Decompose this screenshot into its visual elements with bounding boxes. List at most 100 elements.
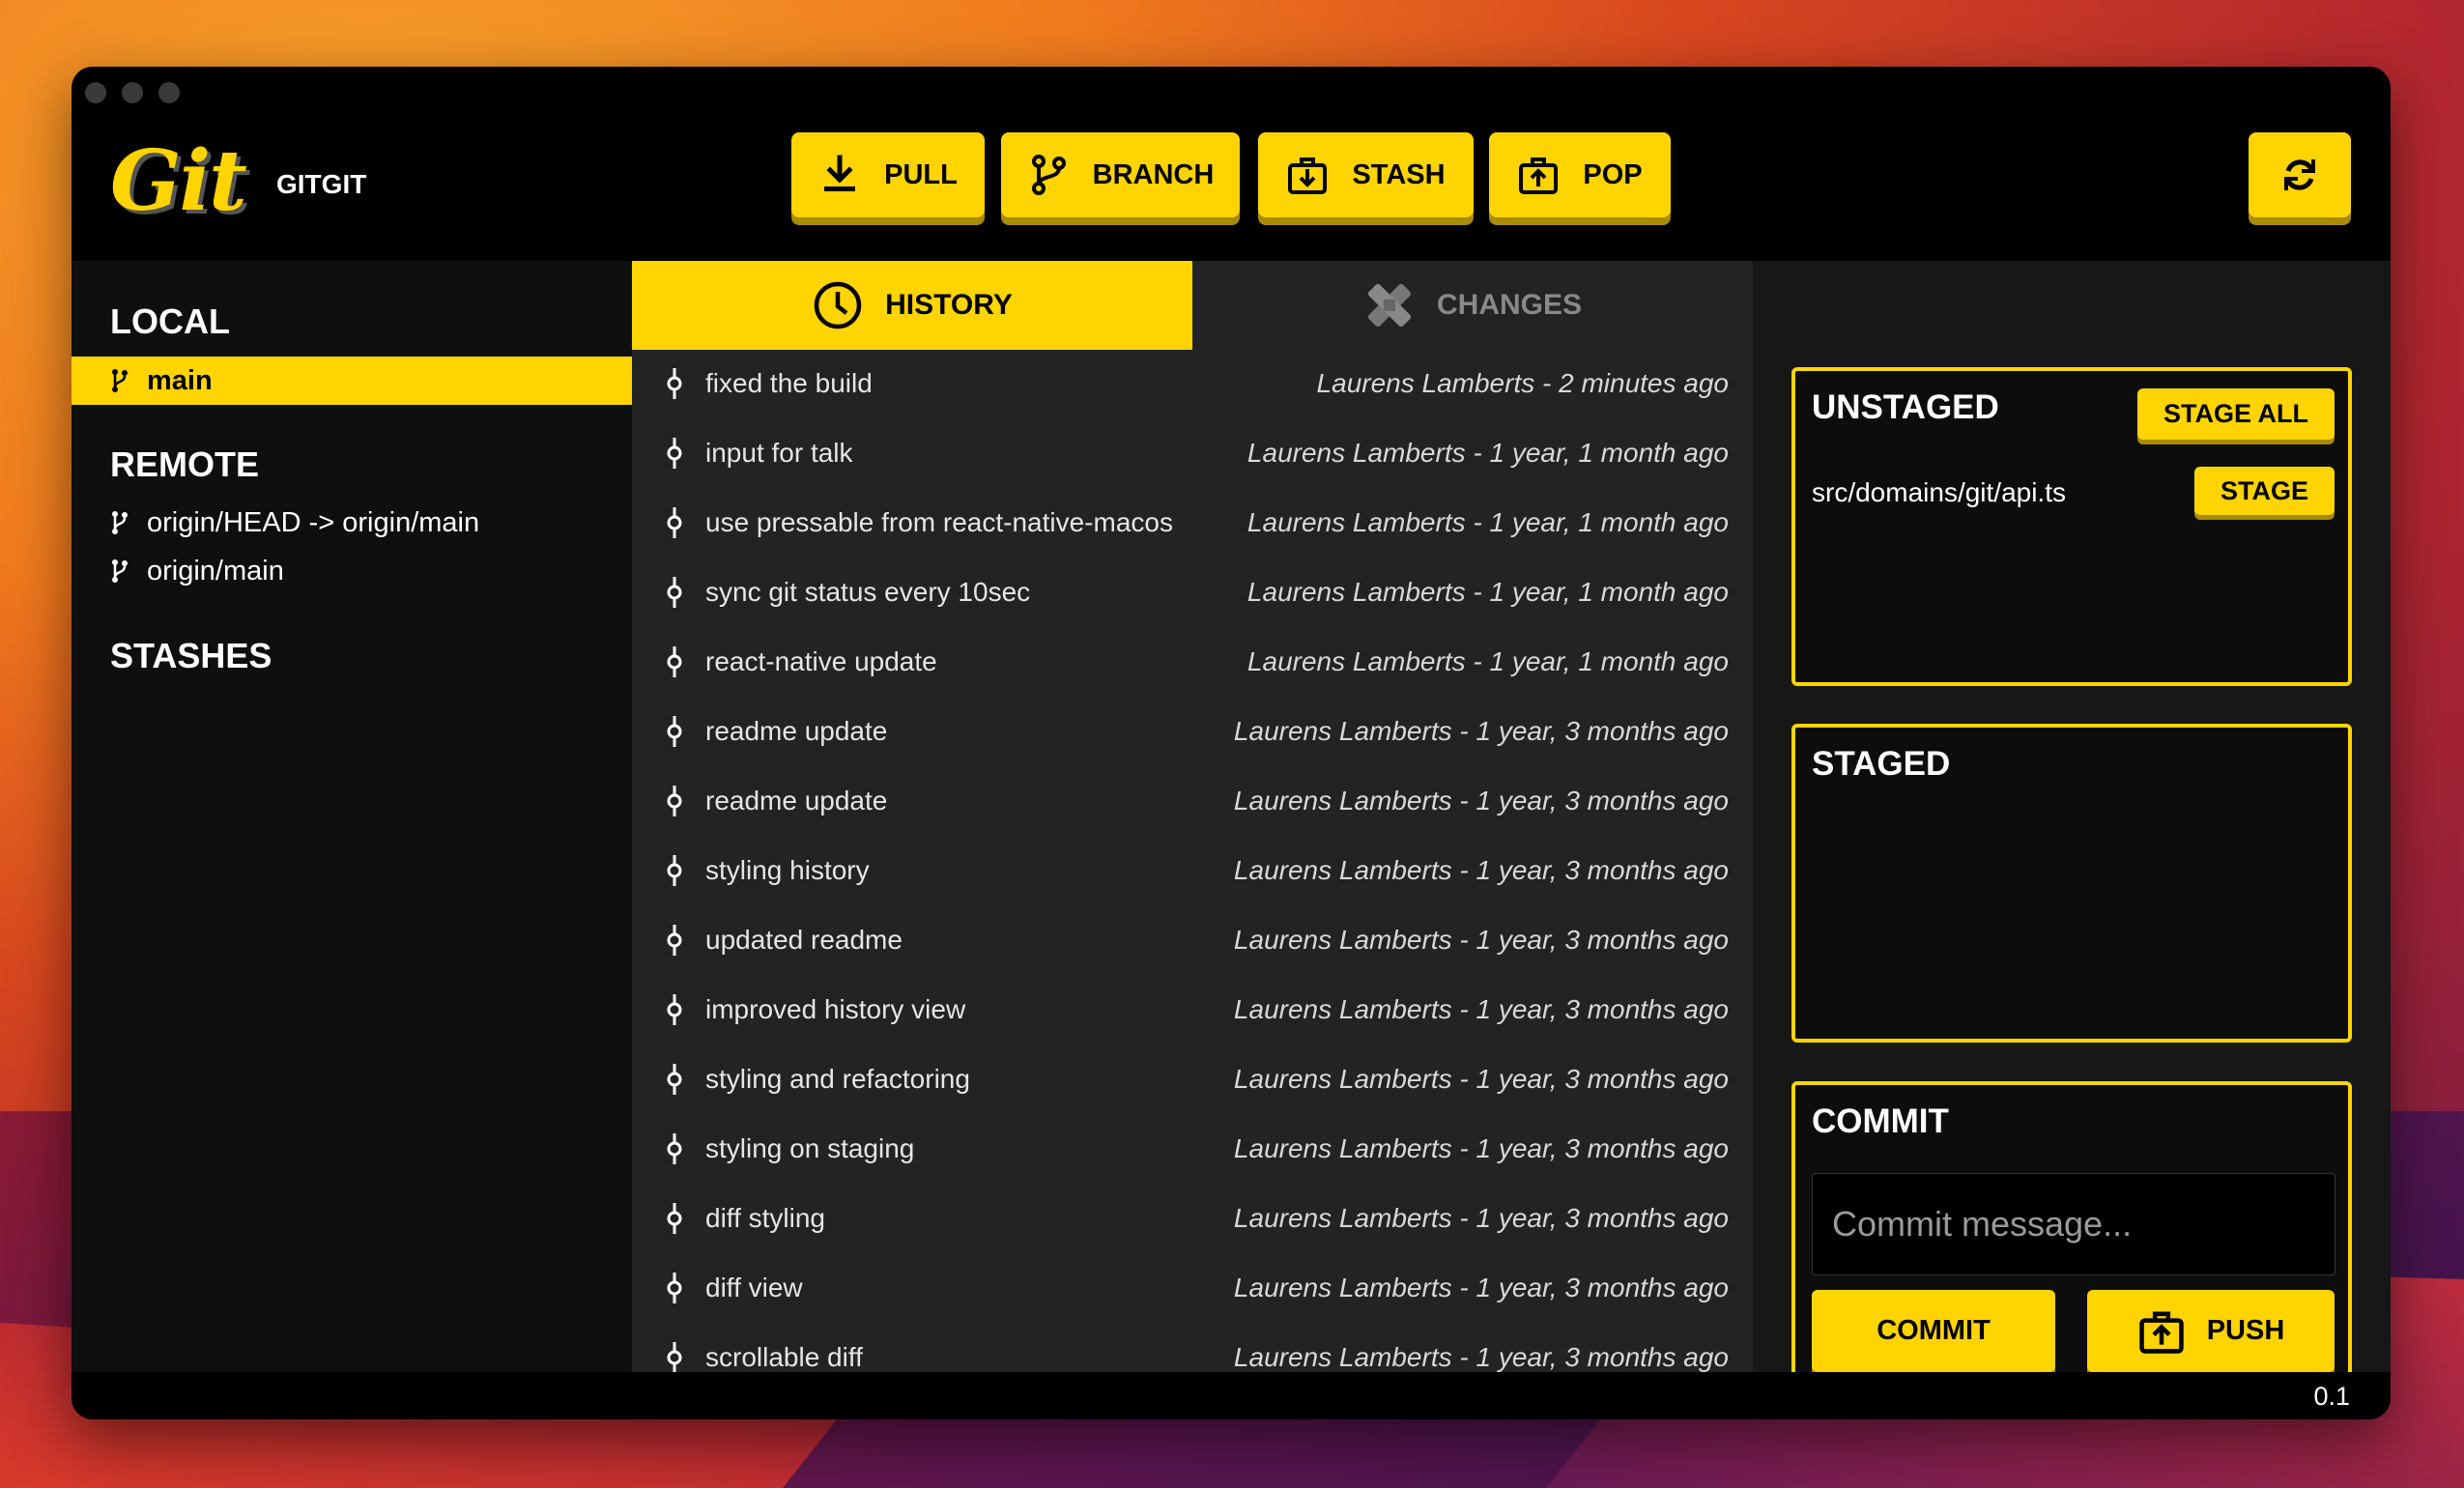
branch-label: BRANCH: [1092, 158, 1215, 190]
stash-button[interactable]: STASH: [1258, 132, 1474, 217]
commit-author-time: Laurens Lamberts - 2 minutes ago: [1316, 368, 1729, 398]
remote-branch-item[interactable]: origin/HEAD -> origin/main: [72, 499, 632, 547]
commit-message: improved history view: [705, 994, 966, 1024]
commit-row[interactable]: scrollable diff Laurens Lamberts - 1 year…: [632, 1323, 1753, 1372]
unstaged-panel: UNSTAGED STAGE ALL src/domains/git/api.t…: [1791, 367, 2352, 686]
git-branch-icon: [112, 559, 128, 583]
git-branch-icon: [112, 511, 128, 534]
commit-row[interactable]: updated readme Laurens Lamberts - 1 year,…: [632, 905, 1753, 975]
toolbar: Git GITGIT PULL BRANCH STASH POP: [72, 67, 2391, 261]
branch-label: origin/HEAD -> origin/main: [147, 506, 480, 538]
refresh-button[interactable]: [2249, 132, 2351, 217]
bandage-icon: [1367, 283, 1412, 328]
git-commit-icon: [667, 1342, 682, 1372]
commit-message: use pressable from react-native-macos: [705, 507, 1173, 537]
staged-title: STAGED: [1812, 745, 1951, 783]
stage-all-button[interactable]: STAGE ALL: [2137, 388, 2335, 440]
commit-message: scrollable diff: [705, 1342, 863, 1372]
commit-row[interactable]: use pressable from react-native-macos Lau…: [632, 488, 1753, 558]
commit-author-time: Laurens Lamberts - 1 year, 3 months ago: [1233, 1064, 1729, 1094]
push-label: PUSH: [2206, 1315, 2285, 1346]
git-commit-icon: [667, 577, 682, 608]
git-branch-icon: [1031, 155, 1066, 195]
commit-panel: COMMIT COMMIT PUSH: [1791, 1081, 2352, 1400]
commit-row[interactable]: sync git status every 10sec Laurens Lambe…: [632, 558, 1753, 627]
commit-author-time: Laurens Lamberts - 1 year, 3 months ago: [1233, 716, 1729, 746]
commit-row[interactable]: readme update Laurens Lamberts - 1 year, …: [632, 766, 1753, 836]
commit-author-time: Laurens Lamberts - 1 year, 3 months ago: [1233, 855, 1729, 885]
commit-author-time: Laurens Lamberts - 1 year, 1 month ago: [1246, 507, 1729, 537]
commit-author-time: Laurens Lamberts - 1 year, 1 month ago: [1246, 438, 1729, 468]
commit-author-time: Laurens Lamberts - 1 year, 3 months ago: [1233, 1133, 1729, 1163]
git-commit-icon: [667, 1133, 682, 1164]
commit-button[interactable]: COMMIT: [1812, 1290, 2055, 1372]
remote-section-title: REMOTE: [110, 444, 260, 484]
pull-button[interactable]: PULL: [791, 132, 985, 217]
commit-author-time: Laurens Lamberts - 1 year, 3 months ago: [1233, 1203, 1729, 1233]
git-commit-icon: [667, 716, 682, 747]
commit-row[interactable]: styling history Laurens Lamberts - 1 year…: [632, 836, 1753, 905]
stash-box-icon: [1288, 157, 1328, 194]
pop-box-icon: [1519, 157, 1559, 194]
stashes-section-title: STASHES: [110, 636, 272, 675]
git-commit-icon: [667, 1273, 682, 1303]
tab-label: HISTORY: [885, 289, 1013, 321]
git-commit-icon: [667, 925, 682, 956]
git-commit-icon: [667, 368, 682, 399]
branch-button[interactable]: BRANCH: [1001, 132, 1240, 217]
app-name: GITGIT: [276, 169, 367, 199]
commit-message: readme update: [705, 716, 888, 746]
staged-panel: STAGED: [1791, 724, 2352, 1043]
pull-label: PULL: [884, 158, 958, 190]
push-button[interactable]: PUSH: [2087, 1290, 2335, 1372]
clock-icon: [814, 281, 862, 329]
commit-message: styling history: [705, 855, 870, 885]
commit-author-time: Laurens Lamberts - 1 year, 3 months ago: [1233, 925, 1729, 955]
commit-message: sync git status every 10sec: [705, 577, 1031, 607]
pop-label: POP: [1583, 158, 1643, 190]
commit-row[interactable]: input for talk Laurens Lamberts - 1 year,…: [632, 418, 1753, 488]
commit-row[interactable]: react-native update Laurens Lamberts - 1 …: [632, 627, 1753, 697]
local-section-title: LOCAL: [110, 301, 230, 341]
commit-row[interactable]: improved history view Laurens Lamberts - …: [632, 975, 1753, 1044]
git-commit-icon: [667, 1064, 682, 1095]
stage-file-button[interactable]: STAGE: [2194, 467, 2335, 515]
commit-message: diff styling: [705, 1203, 825, 1233]
remote-branch-item[interactable]: origin/main: [72, 547, 632, 595]
tab-changes[interactable]: CHANGES: [1192, 261, 1753, 350]
commit-message: fixed the build: [705, 368, 873, 398]
commit-author-time: Laurens Lamberts - 1 year, 1 month ago: [1246, 646, 1729, 676]
commit-row[interactable]: fixed the build Laurens Lamberts - 2 minu…: [632, 349, 1753, 418]
refresh-icon: [2284, 159, 2315, 190]
branch-label: origin/main: [147, 555, 284, 587]
branch-item-main[interactable]: main: [72, 357, 632, 405]
commit-author-time: Laurens Lamberts - 1 year, 3 months ago: [1233, 786, 1729, 816]
version-label: 0.1: [2313, 1382, 2350, 1411]
unstaged-file: src/domains/git/api.ts: [1812, 477, 2066, 507]
app-window: Git GITGIT PULL BRANCH STASH POP LOCAL m…: [72, 67, 2391, 1419]
history-panel: HISTORY CHANGES fixed the build Laurens L…: [632, 261, 1753, 1372]
commit-author-time: Laurens Lamberts - 1 year, 3 months ago: [1233, 1273, 1729, 1302]
git-logo: Git: [110, 132, 247, 230]
stash-label: STASH: [1352, 158, 1446, 190]
commit-message: diff view: [705, 1273, 803, 1302]
git-commit-icon: [667, 994, 682, 1025]
staging-panel: UNSTAGED STAGE ALL src/domains/git/api.t…: [1753, 261, 2391, 1400]
commit-message: styling on staging: [705, 1133, 915, 1163]
commit-row[interactable]: diff view Laurens Lamberts - 1 year, 3 mo…: [632, 1253, 1753, 1323]
commit-author-time: Laurens Lamberts - 1 year, 1 month ago: [1246, 577, 1729, 607]
commit-message-input[interactable]: [1812, 1173, 2335, 1275]
commit-row[interactable]: readme update Laurens Lamberts - 1 year, …: [632, 697, 1753, 766]
commit-row[interactable]: diff styling Laurens Lamberts - 1 year, 3…: [632, 1184, 1753, 1253]
commit-message: styling and refactoring: [705, 1064, 970, 1094]
tab-history[interactable]: HISTORY: [632, 261, 1192, 350]
commit-row[interactable]: styling on staging Laurens Lamberts - 1 y…: [632, 1114, 1753, 1184]
commit-row[interactable]: styling and refactoring Laurens Lamberts …: [632, 1044, 1753, 1114]
commit-message: readme update: [705, 786, 888, 816]
commit-message: input for talk: [705, 438, 853, 468]
branches-sidebar: LOCAL main REMOTE origin/HEAD -> origin/…: [72, 261, 632, 1372]
pop-button[interactable]: POP: [1489, 132, 1671, 217]
git-commit-icon: [667, 507, 682, 538]
git-commit-icon: [667, 438, 682, 469]
commit-message: react-native update: [705, 646, 937, 676]
